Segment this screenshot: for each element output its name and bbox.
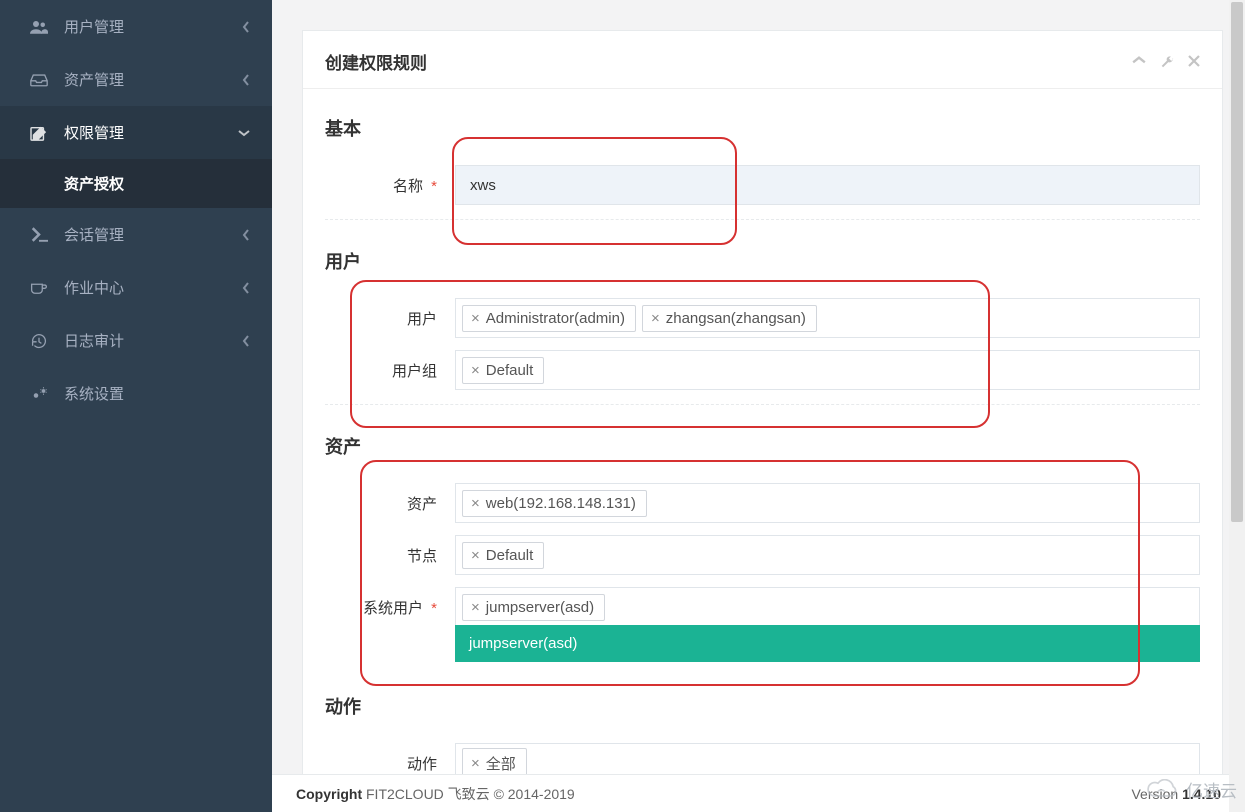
nav-label: 资产管理 [64, 69, 124, 90]
chevron-left-icon [242, 21, 250, 33]
user-group-select[interactable]: ×Default [455, 350, 1200, 390]
label-system-user: 系统用户 * [325, 587, 455, 618]
main-content: 创建权限规则 基本 名称 * 用户 用户 [272, 0, 1245, 812]
row-system-user: 系统用户 * ×jumpserver(asd) jumpserver(asd) [325, 587, 1200, 627]
divider [325, 219, 1200, 220]
panel-header: 创建权限规则 [303, 31, 1222, 89]
nav-log-audit[interactable]: 日志审计 [0, 314, 272, 367]
label-asset: 资产 [325, 483, 455, 514]
chevron-left-icon [242, 335, 250, 347]
close-icon[interactable] [1188, 55, 1200, 69]
nav-label: 会话管理 [64, 224, 124, 245]
cogs-icon [28, 386, 50, 402]
nav-permission-management[interactable]: 权限管理 [0, 106, 272, 159]
tag-remove-icon[interactable]: × [471, 362, 480, 379]
divider [325, 404, 1200, 405]
chevron-left-icon [242, 282, 250, 294]
edit-icon [28, 125, 50, 141]
tag-asset: ×web(192.168.148.131) [462, 490, 647, 517]
required-mark: * [431, 600, 437, 617]
history-icon [28, 333, 50, 349]
label-action: 动作 [325, 743, 455, 774]
row-name: 名称 * [325, 165, 1200, 205]
panel-title: 创建权限规则 [325, 49, 427, 74]
tag-user: ×Administrator(admin) [462, 305, 636, 332]
panel-tools [1132, 55, 1200, 69]
users-icon [28, 20, 50, 34]
panel-create-permission-rule: 创建权限规则 基本 名称 * 用户 用户 [302, 30, 1223, 812]
label-user-group: 用户组 [325, 350, 455, 381]
scrollbar-thumb[interactable] [1231, 2, 1243, 522]
chevron-left-icon [242, 229, 250, 241]
chevron-left-icon [242, 74, 250, 86]
watermark: 亿速云 [1146, 777, 1237, 802]
label-user: 用户 [325, 298, 455, 329]
section-action: 动作 [325, 671, 1200, 731]
inbox-icon [28, 73, 50, 87]
tag-remove-icon[interactable]: × [651, 310, 660, 327]
tag-remove-icon[interactable]: × [471, 599, 480, 616]
coffee-icon [28, 280, 50, 295]
row-asset: 资产 ×web(192.168.148.131) [325, 483, 1200, 523]
system-user-select[interactable]: ×jumpserver(asd) [455, 587, 1200, 627]
panel-body: 基本 名称 * 用户 用户 ×Administrator(admin) ×zha… [303, 89, 1222, 812]
chevron-down-icon [238, 129, 250, 137]
tag-system-user: ×jumpserver(asd) [462, 594, 605, 621]
tag-remove-icon[interactable]: × [471, 495, 480, 512]
tag-user: ×zhangsan(zhangsan) [642, 305, 817, 332]
tag-remove-icon[interactable]: × [471, 547, 480, 564]
name-input[interactable] [455, 165, 1200, 205]
tag-remove-icon[interactable]: × [471, 310, 480, 327]
nav-sub-label: 资产授权 [64, 176, 124, 193]
nav-sub-asset-authorization[interactable]: 资产授权 [0, 159, 272, 208]
tag-node: ×Default [462, 542, 544, 569]
nav-label: 作业中心 [64, 277, 124, 298]
system-user-dropdown-option[interactable]: jumpserver(asd) [455, 625, 1200, 662]
nav-label: 权限管理 [64, 122, 124, 143]
nav-user-management[interactable]: 用户管理 [0, 0, 272, 53]
wrench-icon[interactable] [1160, 55, 1174, 69]
section-user: 用户 [325, 226, 1200, 286]
nav-asset-management[interactable]: 资产管理 [0, 53, 272, 106]
row-user: 用户 ×Administrator(admin) ×zhangsan(zhang… [325, 298, 1200, 338]
row-user-group: 用户组 ×Default [325, 350, 1200, 390]
node-select[interactable]: ×Default [455, 535, 1200, 575]
tag-remove-icon[interactable]: × [471, 755, 480, 772]
required-mark: * [431, 178, 437, 195]
asset-select[interactable]: ×web(192.168.148.131) [455, 483, 1200, 523]
nav-label: 日志审计 [64, 330, 124, 351]
nav-label: 系统设置 [64, 383, 124, 404]
nav-session-management[interactable]: 会话管理 [0, 208, 272, 261]
nav-label: 用户管理 [64, 16, 124, 37]
nav-job-center[interactable]: 作业中心 [0, 261, 272, 314]
label-name: 名称 * [325, 165, 455, 196]
label-node: 节点 [325, 535, 455, 566]
nav-system-settings[interactable]: 系统设置 [0, 367, 272, 420]
user-select[interactable]: ×Administrator(admin) ×zhangsan(zhangsan… [455, 298, 1200, 338]
tag-user-group: ×Default [462, 357, 544, 384]
footer-copyright: Copyright FIT2CLOUD 飞致云 © 2014-2019 [296, 784, 575, 804]
section-asset: 资产 [325, 411, 1200, 471]
terminal-icon [28, 227, 50, 242]
row-node: 节点 ×Default [325, 535, 1200, 575]
sidebar: 用户管理 资产管理 权限管理 资产授权 会话管理 作业中心 [0, 0, 272, 812]
footer: Copyright FIT2CLOUD 飞致云 © 2014-2019 Vers… [272, 774, 1245, 812]
scrollbar[interactable] [1229, 0, 1245, 812]
collapse-icon[interactable] [1132, 55, 1146, 69]
section-basic: 基本 [325, 93, 1200, 153]
